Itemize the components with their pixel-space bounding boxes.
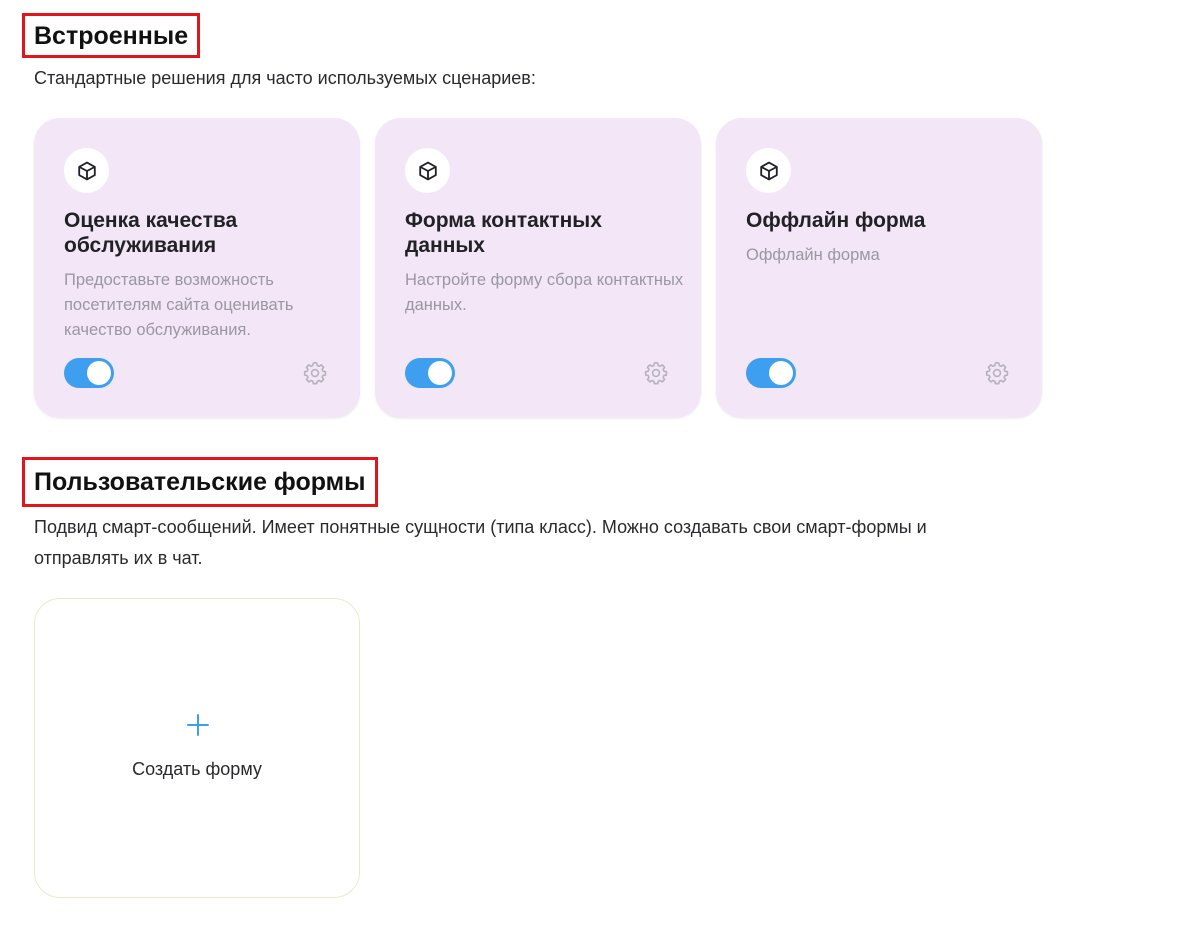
section-description-builtin: Стандартные решения для часто используем… (34, 68, 536, 88)
enable-toggle[interactable] (64, 358, 114, 388)
gear-icon[interactable] (300, 358, 330, 388)
builtin-card-service-rating: Оценка качества обслуживания Предоставьт… (34, 118, 360, 418)
toggle-knob (87, 361, 111, 385)
cube-icon (405, 148, 450, 193)
section-description-custom-forms: Подвид смарт-сообщений. Имеет понятные с… (34, 517, 927, 568)
gear-icon[interactable] (641, 358, 671, 388)
gear-icon[interactable] (982, 358, 1012, 388)
section-title-custom-forms: Пользовательские формы (22, 457, 378, 507)
card-description: Настройте форму сбора контактных данных. (405, 271, 684, 314)
card-description: Предоставьте возможность посетителям сай… (64, 271, 294, 339)
builtin-card-offline-form: Оффлайн форма Оффлайн форма (716, 118, 1042, 418)
toggle-knob (428, 361, 452, 385)
card-title: Оффлайн форма (746, 209, 926, 232)
section-title-builtin: Встроенные (22, 13, 201, 58)
card-title: Форма контактных данных (405, 209, 602, 257)
create-form-button[interactable]: Создать форму (34, 598, 360, 898)
create-form-label: Создать форму (132, 759, 262, 779)
cube-icon (64, 148, 109, 193)
enable-toggle[interactable] (405, 358, 455, 388)
cube-icon (746, 148, 791, 193)
card-description: Оффлайн форма (746, 246, 880, 264)
toggle-knob (769, 361, 793, 385)
plus-icon (186, 713, 210, 737)
enable-toggle[interactable] (746, 358, 796, 388)
card-title: Оценка качества обслуживания (64, 209, 238, 257)
builtin-card-contact-form: Форма контактных данных Настройте форму … (375, 118, 701, 418)
